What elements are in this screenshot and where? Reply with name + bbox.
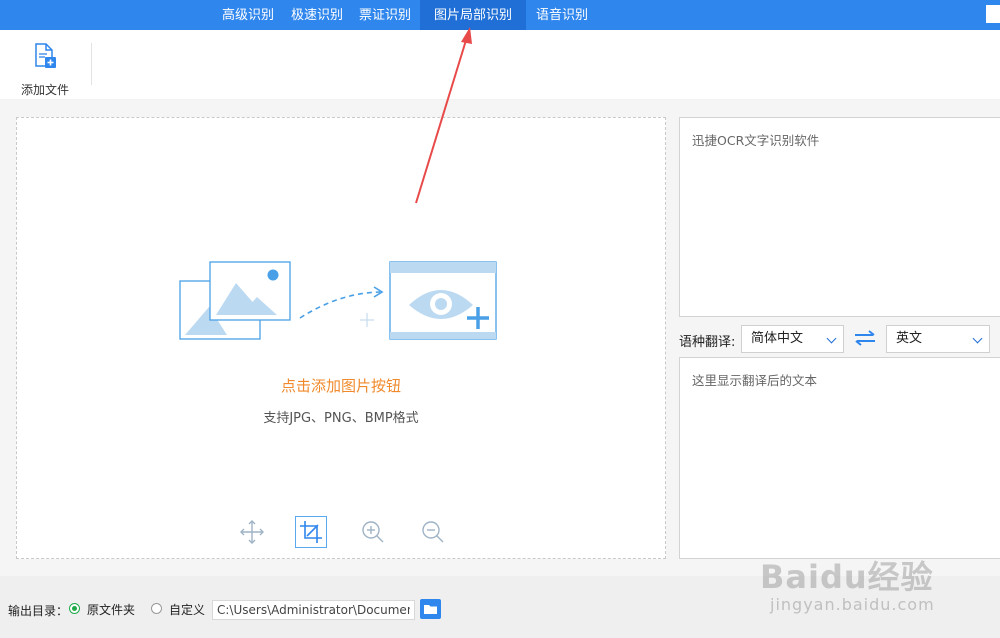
target-language-value: 英文 [896,331,923,346]
toolbar-divider [91,43,92,85]
tab-document-recognition[interactable]: 票证识别 [350,0,420,30]
main-area: 点击添加图片按钮 支持JPG、PNG、BMP格式 迅捷OCR文字识别软件 语种翻… [0,100,1000,576]
toolbar: 添加文件 [0,30,1000,100]
image-drop-zone[interactable]: 点击添加图片按钮 支持JPG、PNG、BMP格式 [16,117,666,559]
radio-original-folder-label: 原文件夹 [87,603,136,617]
target-language-select[interactable]: 英文 [886,325,990,353]
add-file-button[interactable]: 添加文件 [14,40,76,97]
tab-voice-recognition[interactable]: 语音识别 [526,0,598,30]
crop-tool-button[interactable] [295,516,327,548]
output-directory-label: 输出目录： [8,604,69,618]
move-icon [240,520,264,544]
zoom-out-icon [422,521,444,543]
zoom-in-icon [362,521,384,543]
crop-icon [300,521,322,543]
move-tool-button[interactable] [236,516,268,548]
zoom-out-button[interactable] [417,516,449,548]
browse-folder-button[interactable] [420,599,441,619]
radio-custom-folder-label: 自定义 [169,603,206,617]
chevron-down-icon [972,333,983,344]
swap-language-button[interactable] [854,330,876,346]
translation-label: 语种翻译: [679,335,736,350]
top-tab-bar: 高级识别 极速识别 票证识别 图片局部识别 语音识别 [0,0,1000,30]
tab-image-partial-recognition[interactable]: 图片局部识别 [420,0,526,30]
add-file-icon [35,43,56,68]
drop-zone-title: 点击添加图片按钮 [280,377,401,395]
folder-icon [424,605,437,614]
translation-output[interactable]: 这里显示翻译后的文本 [679,357,1000,559]
drop-zone-subtitle: 支持JPG、PNG、BMP格式 [263,411,419,426]
output-path-input[interactable] [212,600,415,620]
recognition-result-text[interactable]: 迅捷OCR文字识别软件 [679,117,1000,317]
swap-arrows-icon [855,330,875,346]
source-language-value: 简体中文 [751,331,804,346]
window-control[interactable] [986,5,1000,23]
source-language-select[interactable]: 简体中文 [741,325,844,353]
output-directory-bar: 输出目录： 原文件夹 自定义 [0,576,1000,638]
tab-advanced-recognition[interactable]: 高级识别 [210,0,286,30]
radio-custom-folder[interactable] [151,603,162,614]
add-image-illustration [179,261,497,340]
tab-fast-recognition[interactable]: 极速识别 [282,0,352,30]
add-file-label: 添加文件 [20,83,69,97]
radio-original-folder[interactable] [69,603,80,614]
zoom-in-button[interactable] [357,516,389,548]
chevron-down-icon [826,333,837,344]
